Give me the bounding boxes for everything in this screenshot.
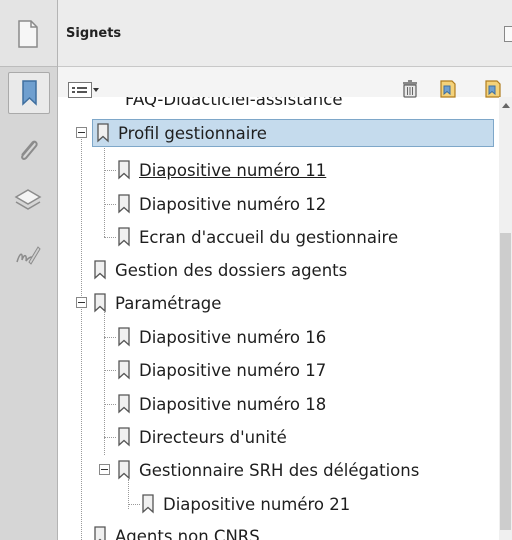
tree-connector [104, 310, 105, 455]
bookmark-item[interactable]: FAQ-Didacticiel-assistance [118, 97, 342, 113]
bookmark-icon [118, 327, 130, 347]
bookmark-item[interactable]: Gestion des dossiers agents [92, 256, 347, 284]
bookmark-label: Agents non CNRS [115, 526, 260, 540]
close-panel-icon[interactable] [504, 26, 512, 42]
bookmark-item[interactable]: Diapositive numéro 21 [140, 490, 350, 518]
navigation-rail [0, 0, 58, 540]
attachments-icon [21, 140, 38, 160]
page-thumbnails-icon [18, 20, 38, 48]
bookmark-item[interactable]: Diapositive numéro 11 [116, 156, 326, 184]
bookmark-icon [142, 494, 154, 514]
bookmark-item[interactable]: Diapositive numéro 12 [116, 190, 326, 218]
bookmark-label: Diapositive numéro 11 [139, 160, 327, 180]
new-bookmark-icon [440, 80, 456, 98]
bookmarks-panel: Signets FAQ-Didacticiel-assistance Profi… [58, 0, 512, 540]
bookmark-item[interactable]: Directeurs d'unité [116, 423, 287, 451]
bookmark-icon [97, 123, 109, 143]
bookmarks-icon [22, 80, 37, 106]
bookmark-item[interactable]: Gestionnaire SRH des délégations [116, 456, 419, 484]
bookmark-icon [94, 293, 106, 313]
scrollbar-thumb[interactable] [500, 233, 511, 530]
vertical-scrollbar[interactable] [499, 97, 512, 540]
signatures-button[interactable] [8, 236, 48, 276]
bookmark-label: Diapositive numéro 21 [163, 494, 351, 514]
delete-bookmark-button[interactable] [400, 79, 420, 99]
tree-connector [81, 137, 82, 314]
bookmark-icon [94, 526, 106, 540]
bookmark-icon [118, 227, 130, 247]
tree-connector [104, 204, 116, 205]
collapse-toggle-icon[interactable] [76, 297, 87, 308]
bookmark-item[interactable]: Diapositive numéro 17 [116, 356, 326, 384]
bookmark-item[interactable]: Paramétrage [92, 289, 221, 317]
tree-connector [104, 142, 105, 237]
bookmark-item[interactable]: Diapositive numéro 16 [116, 323, 326, 351]
tree-connector [128, 504, 140, 505]
bookmarks-button[interactable] [8, 72, 50, 114]
expand-bookmark-icon [485, 80, 501, 98]
bookmark-label: Diapositive numéro 16 [139, 327, 327, 347]
bookmark-icon [118, 460, 130, 480]
panel-title: Signets [66, 26, 122, 41]
new-bookmark-button[interactable] [438, 79, 458, 99]
tree-connector [81, 304, 82, 540]
bookmark-label: Gestion des dossiers agents [115, 260, 348, 280]
bookmark-label: Paramétrage [115, 293, 222, 313]
bookmark-tree: FAQ-Didacticiel-assistance Profil gestio… [58, 97, 498, 540]
tree-connector [104, 170, 116, 171]
attachments-button[interactable] [8, 130, 48, 170]
options-menu-button[interactable] [68, 82, 92, 98]
bookmark-item[interactable]: Agents non CNRS [92, 522, 260, 540]
bookmark-label: Diapositive numéro 18 [139, 394, 327, 414]
chevron-down-icon[interactable] [93, 88, 99, 92]
bookmark-icon [118, 194, 130, 214]
bookmark-icon [118, 427, 130, 447]
tree-connector [104, 237, 116, 238]
tree-connector [104, 437, 116, 438]
signatures-icon [16, 246, 41, 265]
collapse-toggle-icon[interactable] [99, 464, 110, 475]
layers-button[interactable] [8, 180, 48, 220]
bookmark-label: Diapositive numéro 17 [139, 360, 327, 380]
page-thumbnails-button[interactable] [8, 14, 48, 54]
layers-icon [14, 189, 42, 210]
bookmark-label: Profil gestionnaire [118, 123, 267, 143]
bookmark-icon [118, 394, 130, 414]
collapse-toggle-icon[interactable] [76, 127, 87, 138]
bookmark-label: Diapositive numéro 12 [139, 194, 327, 214]
bookmark-label: FAQ-Didacticiel-assistance [125, 97, 343, 109]
delete-bookmark-icon [403, 80, 417, 98]
bookmark-label: Ecran d'accueil du gestionnaire [139, 227, 399, 247]
scroll-up-icon[interactable] [502, 103, 510, 108]
bookmark-item[interactable]: Ecran d'accueil du gestionnaire [116, 223, 398, 251]
expand-bookmark-button[interactable] [483, 79, 503, 99]
bookmark-icon [118, 160, 130, 180]
tree-connector [104, 337, 116, 338]
options-menu-icon [72, 87, 87, 93]
tree-connector [104, 370, 116, 371]
panel-header: Signets [58, 0, 512, 67]
bookmark-label: Directeurs d'unité [139, 427, 287, 447]
bookmark-item-profil-gestionnaire[interactable]: Profil gestionnaire [92, 119, 494, 147]
bookmark-icon [118, 360, 130, 380]
bookmark-label: Gestionnaire SRH des délégations [139, 460, 420, 480]
bookmark-item[interactable]: Diapositive numéro 18 [116, 390, 326, 418]
tree-connector [104, 404, 116, 405]
bookmark-icon [94, 260, 106, 280]
